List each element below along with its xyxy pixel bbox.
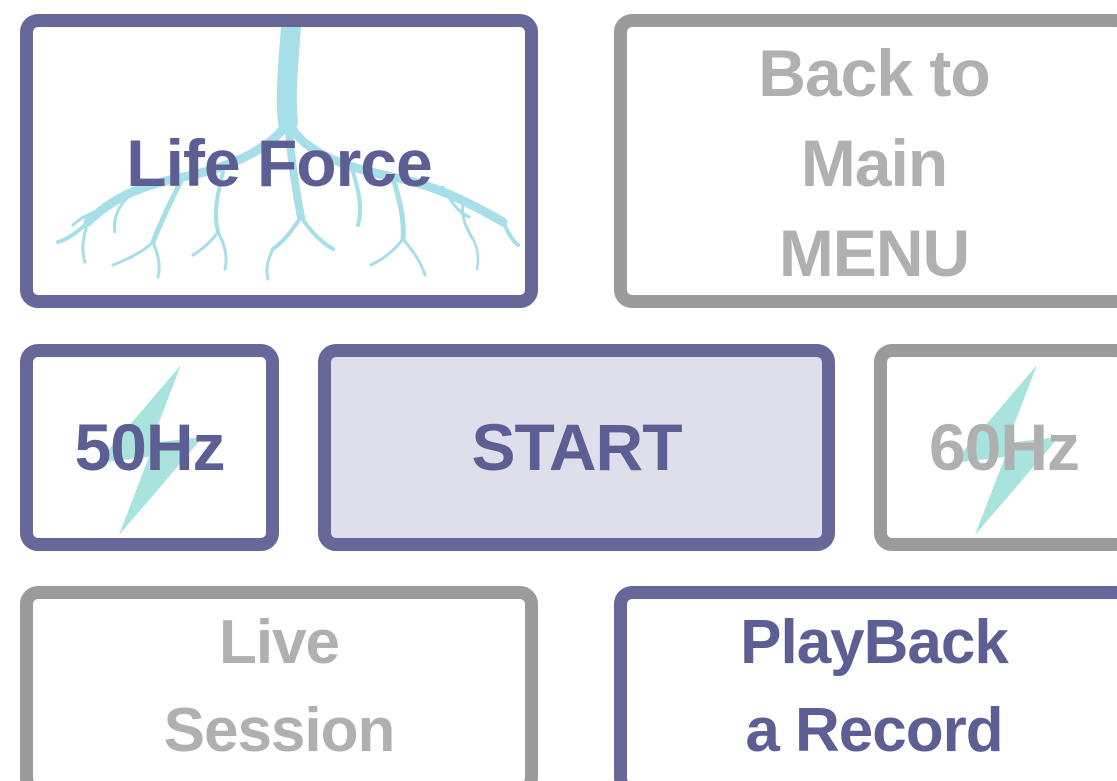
session-line: Session: [163, 696, 396, 765]
start-label: START: [471, 409, 682, 484]
start-button[interactable]: START: [318, 344, 835, 551]
live-line: Live: [218, 607, 340, 677]
main-line: Main: [800, 126, 948, 201]
life-force-button[interactable]: Life Force: [20, 14, 538, 308]
playback-line: PlayBack: [740, 607, 1009, 677]
back-to-line: Back to: [758, 36, 990, 111]
back-to-main-menu-button[interactable]: Back to Main MENU: [614, 14, 1117, 308]
live-session-label: Live Session: [163, 599, 396, 775]
life-force-label: Life Force: [126, 126, 432, 201]
playback-record-button[interactable]: PlayBack a Record: [614, 586, 1117, 781]
a-record-line: a Record: [745, 696, 1003, 765]
live-session-button[interactable]: Live Session: [20, 586, 538, 781]
back-to-main-menu-label: Back to Main MENU: [758, 29, 990, 295]
50hz-button[interactable]: 50Hz: [20, 344, 279, 551]
menu-line: MENU: [778, 215, 970, 290]
50hz-label: 50Hz: [74, 409, 225, 484]
60hz-label: 60Hz: [928, 409, 1080, 484]
60hz-button[interactable]: 60Hz: [874, 344, 1117, 551]
playback-record-label: PlayBack a Record: [740, 599, 1009, 775]
